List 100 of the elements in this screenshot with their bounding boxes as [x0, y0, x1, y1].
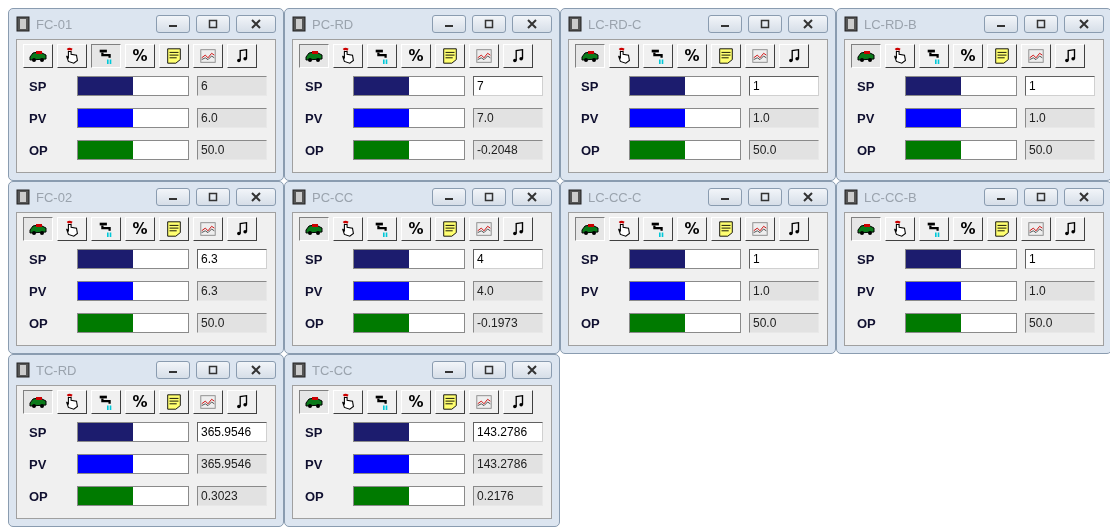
maximize-button[interactable] — [748, 15, 782, 33]
minimize-button[interactable] — [156, 15, 190, 33]
trend-chart-icon — [1026, 47, 1046, 65]
close-button[interactable] — [512, 361, 552, 379]
toolbar-button[interactable] — [851, 44, 881, 68]
row-label: SP — [856, 251, 876, 267]
toolbar-button[interactable]: % — [677, 44, 707, 68]
row-label: OP — [304, 315, 325, 331]
maximize-button[interactable] — [748, 188, 782, 206]
value-field[interactable]: 365.9546 — [197, 422, 267, 442]
toolbar-button[interactable] — [23, 390, 53, 414]
close-icon — [802, 19, 814, 29]
minimize-button[interactable] — [432, 188, 466, 206]
window-app-icon — [292, 189, 306, 205]
maximize-icon — [759, 192, 771, 202]
window-app-icon — [844, 189, 858, 205]
window-title: PC-CC — [312, 189, 355, 205]
value-field[interactable]: 7 — [473, 76, 543, 96]
close-button[interactable] — [512, 188, 552, 206]
minimize-button[interactable] — [708, 188, 742, 206]
close-icon — [526, 19, 538, 29]
toolbar-button[interactable] — [575, 44, 605, 68]
toolbar-button[interactable] — [851, 217, 881, 241]
toolbar-button[interactable]: % — [401, 44, 431, 68]
toolbar-button[interactable]: % — [677, 217, 707, 241]
toolbar-button[interactable] — [91, 44, 121, 68]
row-label: PV — [304, 283, 324, 299]
value-field: -0.2048 — [473, 140, 543, 160]
close-button[interactable] — [236, 188, 276, 206]
maximize-button[interactable] — [472, 361, 506, 379]
close-icon — [1078, 19, 1090, 29]
toolbar-button[interactable]: % — [953, 217, 983, 241]
row-label: SP — [304, 78, 324, 94]
toolbar-button[interactable]: % — [953, 44, 983, 68]
toolbar-button[interactable] — [23, 217, 53, 241]
row-label: SP — [28, 78, 48, 94]
maximize-button[interactable] — [472, 15, 506, 33]
row-label: PV — [304, 456, 324, 472]
minimize-button[interactable] — [432, 361, 466, 379]
maximize-button[interactable] — [196, 361, 230, 379]
close-button[interactable] — [788, 188, 828, 206]
maximize-button[interactable] — [196, 15, 230, 33]
toolbar-button[interactable]: % — [401, 217, 431, 241]
value-field: 1.0 — [749, 108, 819, 128]
minimize-button[interactable] — [432, 15, 466, 33]
row-label: SP — [580, 78, 600, 94]
close-icon — [526, 365, 538, 375]
minimize-button[interactable] — [984, 15, 1018, 33]
close-button[interactable] — [1064, 188, 1104, 206]
close-button[interactable] — [512, 15, 552, 33]
maximize-icon — [1035, 19, 1047, 29]
value-field[interactable]: 1 — [1025, 76, 1095, 96]
close-button[interactable] — [236, 15, 276, 33]
maximize-button[interactable] — [472, 188, 506, 206]
close-icon — [1078, 192, 1090, 202]
value-field[interactable]: 6.3 — [197, 249, 267, 269]
note-icon — [992, 220, 1012, 238]
note-icon — [164, 393, 184, 411]
value-field: 0.3023 — [197, 486, 267, 506]
window-app-icon — [568, 189, 582, 205]
window-title: LC-RD-B — [864, 16, 918, 32]
value-field[interactable]: 143.2786 — [473, 422, 543, 442]
minimize-button[interactable] — [708, 15, 742, 33]
note-icon — [440, 393, 460, 411]
maximize-button[interactable] — [1024, 15, 1058, 33]
close-button[interactable] — [1064, 15, 1104, 33]
value-field[interactable]: 1 — [1025, 249, 1095, 269]
note-icon — [716, 220, 736, 238]
value-field[interactable]: 1 — [749, 249, 819, 269]
value-field: 6.0 — [197, 108, 267, 128]
window-app-icon — [568, 16, 582, 32]
maximize-button[interactable] — [196, 188, 230, 206]
note-icon — [716, 47, 736, 65]
close-icon — [526, 192, 538, 202]
value-field[interactable]: 4 — [473, 249, 543, 269]
minimize-button[interactable] — [156, 188, 190, 206]
toolbar-button[interactable]: % — [125, 217, 155, 241]
toolbar-button[interactable] — [299, 390, 329, 414]
row-label: OP — [304, 488, 325, 504]
toolbar-button[interactable] — [299, 44, 329, 68]
toolbar-button[interactable]: % — [125, 390, 155, 414]
minimize-button[interactable] — [984, 188, 1018, 206]
minimize-button[interactable] — [156, 361, 190, 379]
toolbar-button[interactable]: % — [401, 390, 431, 414]
value-field[interactable]: 1 — [749, 76, 819, 96]
close-button[interactable] — [236, 361, 276, 379]
toolbar-button[interactable] — [299, 217, 329, 241]
row-label: PV — [28, 456, 48, 472]
trend-chart-icon — [474, 393, 494, 411]
value-field: 1.0 — [749, 281, 819, 301]
toolbar-button[interactable]: % — [125, 44, 155, 68]
row-label: PV — [304, 110, 324, 126]
window-title: LC-CC-B — [864, 189, 918, 205]
value-field: 50.0 — [197, 140, 267, 160]
trend-chart-icon — [474, 47, 494, 65]
close-button[interactable] — [788, 15, 828, 33]
note-icon — [164, 220, 184, 238]
window-app-icon — [292, 16, 306, 32]
toolbar-button[interactable] — [575, 217, 605, 241]
maximize-button[interactable] — [1024, 188, 1058, 206]
